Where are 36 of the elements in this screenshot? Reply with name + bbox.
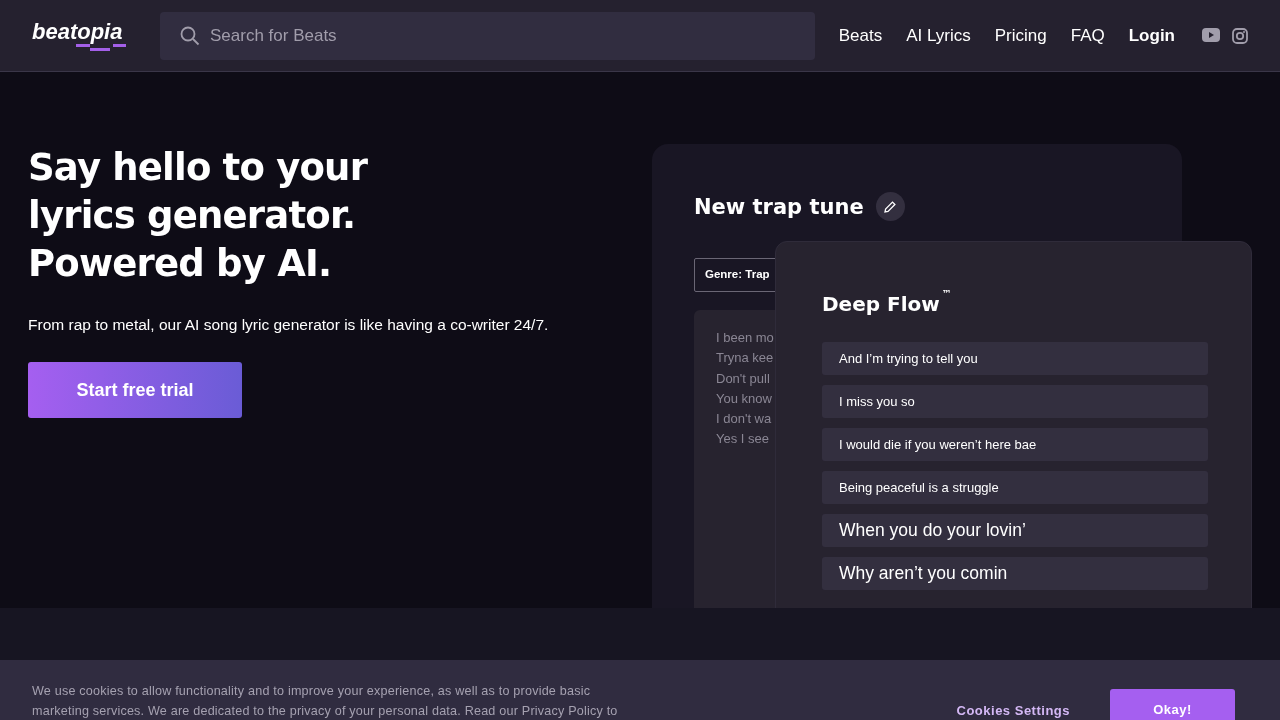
nav-link[interactable]: Pricing (994, 25, 1047, 46)
card-title: Deep Flow (822, 292, 940, 316)
hero-heading-line: Say hello to your (28, 145, 368, 191)
nav-link[interactable]: FAQ (1070, 25, 1105, 46)
start-trial-button[interactable]: Start free trial (28, 362, 242, 418)
login-link[interactable]: Login (1128, 25, 1175, 46)
suggestion-row[interactable]: And I’m trying to tell you (822, 342, 1208, 375)
lyric-line: Tryna kee (716, 349, 774, 368)
search-field[interactable]: Search for Beats (160, 11, 815, 60)
trademark-mark: ™ (941, 288, 952, 301)
lyric-line: Don't pull (716, 369, 770, 388)
hero-subtitle: From rap to metal, our AI song lyric generator is like having a co-writer 24/7. (28, 316, 549, 334)
cookie-notice-text: We use cookies to allow functionality and to improve your experience, as well as to provide basic marketing services. We are dedicated to the privacy of your personal data. Read our Privacy Policy to (32, 683, 619, 720)
suggestion-row[interactable]: Being peaceful is a struggle (822, 471, 1208, 504)
lyric-line: You know (716, 389, 772, 408)
hero-heading-line: lyrics generator. (28, 193, 356, 239)
camera-icon[interactable] (1232, 27, 1248, 44)
search-input[interactable]: Search for Beats (210, 25, 795, 46)
lyric-line: I been mo (716, 329, 774, 347)
lyric-line: Yes I see (716, 430, 769, 449)
pencil-icon (883, 199, 898, 214)
cookie-settings-button[interactable]: Cookies Settings (956, 689, 1090, 720)
video-play-icon[interactable] (1202, 27, 1220, 42)
suggestion-row[interactable]: Why aren’t you comin (822, 557, 1208, 590)
lyric-line: I don't wa (716, 410, 772, 429)
logo[interactable]: beatopia (32, 20, 128, 51)
search-icon (180, 25, 200, 46)
accept-button[interactable]: Okay! (1110, 689, 1235, 720)
mockup-title: New trap tune (694, 194, 864, 219)
suggestion-row[interactable]: I would die if you weren’t here bae (822, 428, 1208, 461)
nav-link[interactable]: Beats (838, 25, 883, 46)
suggestion-row[interactable]: I miss you so (822, 385, 1208, 418)
edit-button[interactable] (875, 192, 905, 221)
nav-link[interactable]: AI Lyrics (906, 25, 971, 46)
suggestion-row[interactable]: When you do your lovin’ (822, 514, 1208, 547)
hero-heading-line: Powered by AI. (28, 241, 332, 287)
